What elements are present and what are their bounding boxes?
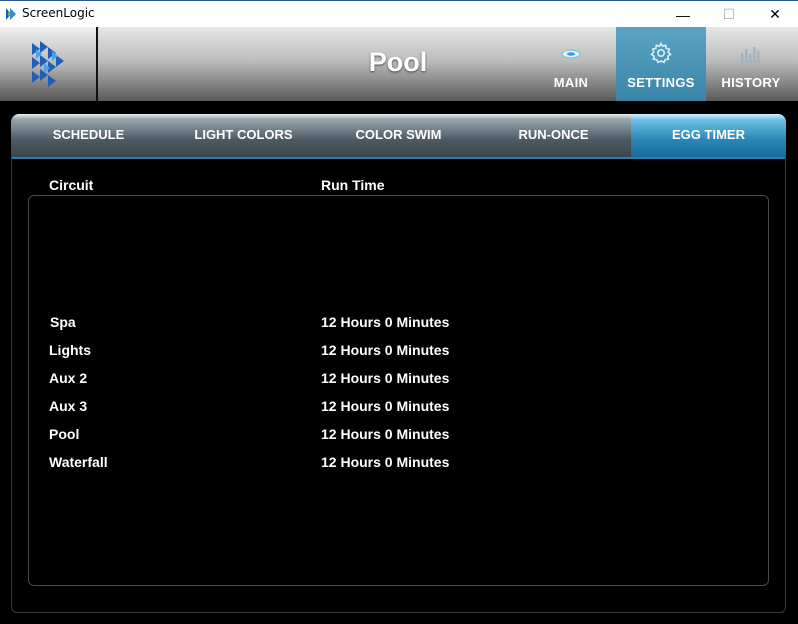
tab-light-colors[interactable]: LIGHT COLORS [166,114,321,157]
nav-history-button[interactable]: HISTORY [706,27,796,101]
circuit-name: Waterfall [49,454,108,470]
list-item[interactable]: Waterfall 12 Hours 0 Minutes [0,454,798,474]
nav-history-label: HISTORY [721,75,781,90]
run-time-value[interactable]: 12 Hours 0 Minutes [321,398,449,414]
bar-chart-icon [740,47,762,63]
minimize-button[interactable]: — [660,1,706,28]
screenlogic-logo-icon [32,41,64,87]
run-time-value[interactable]: 12 Hours 0 Minutes [321,426,449,442]
circuit-list[interactable] [28,195,769,586]
app-logo-icon [6,8,16,20]
circuit-name: Aux 3 [49,398,88,414]
column-header-circuit: Circuit [49,177,94,193]
tab-egg-timer[interactable]: EGG TIMER [631,114,786,157]
list-item[interactable]: Aux 3 12 Hours 0 Minutes [0,398,798,418]
run-time-value[interactable]: 12 Hours 0 Minutes [321,370,449,386]
nav-main-button[interactable]: MAIN [526,27,616,101]
app-header: Pool MAIN SETTINGS HISTORY [0,27,798,101]
settings-subtabs: SCHEDULE LIGHT COLORS COLOR SWIM RUN-ONC… [11,114,786,157]
maximize-button[interactable]: ☐ [706,1,752,28]
list-item[interactable]: Pool 12 Hours 0 Minutes [0,426,798,446]
run-time-value[interactable]: 12 Hours 0 Minutes [321,454,449,470]
page-title: Pool [368,47,428,77]
list-item[interactable]: Aux 2 12 Hours 0 Minutes [0,370,798,390]
tab-schedule[interactable]: SCHEDULE [11,114,166,157]
circuit-name: Aux 2 [49,370,88,386]
tab-run-once[interactable]: RUN-ONCE [476,114,631,157]
window-title-bar: ScreenLogic — ☐ ✕ [0,0,798,27]
nav-settings-label: SETTINGS [627,75,695,90]
gear-icon [650,41,672,64]
circuit-name: Lights [49,342,91,358]
run-time-value[interactable]: 12 Hours 0 Minutes [321,314,449,330]
tab-color-swim[interactable]: COLOR SWIM [321,114,476,157]
nav-settings-button[interactable]: SETTINGS [616,27,706,101]
circuit-name: Pool [49,426,80,442]
list-item[interactable]: Spa 12 Hours 0 Minutes [0,314,798,334]
nav-main-label: MAIN [553,75,589,90]
column-header-run-time: Run Time [321,177,385,193]
list-item[interactable]: Lights 12 Hours 0 Minutes [0,342,798,362]
pool-toy-icon [561,49,581,59]
close-button[interactable]: ✕ [752,1,798,28]
circuit-name: Spa [50,314,76,330]
window-title: ScreenLogic [22,6,95,20]
logo [0,27,98,101]
run-time-value[interactable]: 12 Hours 0 Minutes [321,342,449,358]
